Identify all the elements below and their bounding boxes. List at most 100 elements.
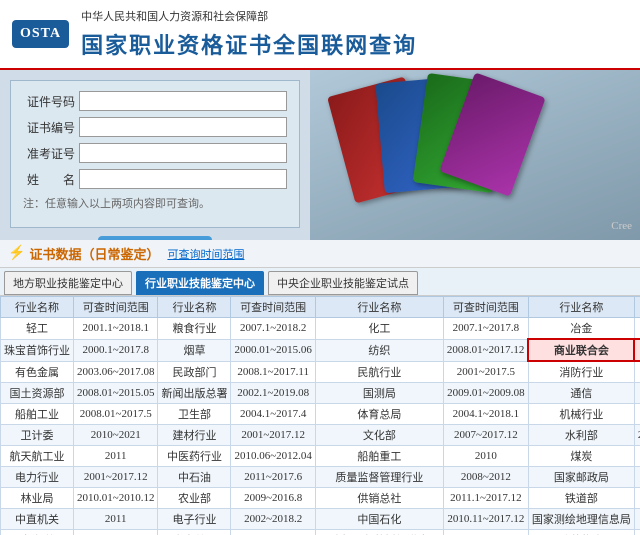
table-cell: 2006~2018.2 — [634, 446, 640, 467]
table-cell: 2009~2011 — [634, 488, 640, 509]
table-cell: 2008.01~2017.12 — [443, 339, 528, 361]
table-row: 国土资源部2008.01~2015.05新闻出版总署2002.1~2019.08… — [1, 383, 640, 404]
col-h3: 行业名称 — [158, 297, 231, 318]
table-cell: 民政部紧急救援促进中心 — [315, 530, 443, 535]
table-cell: 广电总局 — [158, 530, 231, 535]
col-h6: 可查时间范围 — [443, 297, 528, 318]
table-cell: 2010.01~2010.12 — [74, 488, 158, 509]
tab-local[interactable]: 地方职业技能鉴定中心 — [4, 271, 132, 295]
col-h5: 行业名称 — [315, 297, 443, 318]
table-cell: 2004.1~2018.1 — [443, 404, 528, 425]
col-h4: 可查时间范围 — [231, 297, 315, 318]
table-cell: 船舶重工 — [315, 446, 443, 467]
table-cell: 电子行业 — [158, 509, 231, 530]
table-cell: 2008.01~2017.5 — [74, 404, 158, 425]
ministry-text: 中华人民共和国人力资源和社会保障部 — [81, 8, 628, 24]
table-cell: 民航行业 — [315, 361, 443, 383]
table-cell: 林业局 — [1, 488, 74, 509]
upper-section: 证件号码 证书编号 准考证号 姓 名 注：任意输入以上两项内容即可查询。 查 询 — [0, 70, 640, 240]
header: OSTA 中华人民共和国人力资源和社会保障部 国家职业资格证书全国联网查询 — [0, 0, 640, 70]
tab-industry[interactable]: 行业职业技能鉴定中心 — [136, 271, 264, 295]
table-cell: 2001.1~2018.1 — [74, 318, 158, 340]
table-cell: 2011~2017.12 — [634, 530, 640, 535]
table-cell: 2008~2012 — [443, 467, 528, 488]
table-cell: 武装物资 — [528, 530, 634, 535]
lower-section: ⚡ 证书数据（日常鉴定） 可查询时间范围 地方职业技能鉴定中心 行业职业技能鉴定… — [0, 240, 640, 535]
table-cell: 2003.06~2017.08 — [74, 361, 158, 383]
table-cell: 2008.8~2018.2 — [634, 361, 640, 383]
section-note-link[interactable]: 可查询时间范围 — [167, 246, 244, 262]
table-row: 轻工2001.1~2018.1粮食行业2007.1~2018.2化工2007.1… — [1, 318, 640, 340]
section-header: ⚡ 证书数据（日常鉴定） 可查询时间范围 — [0, 240, 640, 268]
section-icon: ⚡ — [8, 245, 25, 262]
table-cell: 2011.1~2017.12 — [443, 488, 528, 509]
table-cell: 卫生部 — [158, 404, 231, 425]
table-row: 国家海洋局2009.01~2011.12广电总局2003~2012.9民政部紧急… — [1, 530, 640, 535]
table-row: 有色金属2003.06~2017.08民政部门2008.1~2017.11民航行… — [1, 361, 640, 383]
table-cell: 2010.1~2018.2 — [634, 383, 640, 404]
section-title: 证书数据（日常鉴定） — [29, 244, 159, 263]
table-cell: 2003~2012.9 — [231, 530, 315, 535]
table-cell: 2000.01~2015.06 — [231, 339, 315, 361]
table-cell: 2008.01~2015.05 — [74, 383, 158, 404]
table-cell: 2008.1~2017.11 — [231, 361, 315, 383]
table-cell: 2001~2017.12 — [74, 467, 158, 488]
table-cell: 民政部门 — [158, 361, 231, 383]
table-cell: 通信 — [528, 383, 634, 404]
cert-num-input[interactable] — [79, 91, 287, 111]
col-h8: 可查时间范围 — [634, 297, 640, 318]
table-cell: 商业联合会 — [528, 339, 634, 361]
table-cell: 有色金属 — [1, 361, 74, 383]
table-cell: 2010.06~2012.04 — [231, 446, 315, 467]
table-cell: 国家邮政局 — [528, 467, 634, 488]
table-cell: 新闻出版总署 — [158, 383, 231, 404]
table-cell: 机械行业 — [528, 404, 634, 425]
tab-row: 地方职业技能鉴定中心 行业职业技能鉴定中心 中央企业职业技能鉴定试点 — [0, 268, 640, 296]
site-title: 国家职业资格证书全国联网查询 — [81, 28, 628, 60]
table-cell: 2011~2017.6 — [231, 467, 315, 488]
col-h1: 行业名称 — [1, 297, 74, 318]
col-h2: 可查时间范围 — [74, 297, 158, 318]
exam-num-input[interactable] — [79, 143, 287, 163]
table-cell: 水利部 — [528, 425, 634, 446]
table-cell: 2007.1~2017.8 — [443, 318, 528, 340]
table-cell: 船舶工业 — [1, 404, 74, 425]
table-header-row: 行业名称 可查时间范围 行业名称 可查时间范围 行业名称 可查时间范围 行业名称… — [1, 297, 640, 318]
cert-code-label: 证书编号 — [23, 119, 75, 136]
col-h7: 行业名称 — [528, 297, 634, 318]
table-cell: 中国石化 — [315, 509, 443, 530]
table-container: 行业名称 可查时间范围 行业名称 可查时间范围 行业名称 可查时间范围 行业名称… — [0, 296, 640, 535]
table-cell: 中医药行业 — [158, 446, 231, 467]
table-cell: 2009~2016.8 — [231, 488, 315, 509]
image-panel: Cree — [310, 70, 640, 240]
table-cell: 2003~2018.2 — [634, 404, 640, 425]
table-cell: 文化部 — [315, 425, 443, 446]
table-row: 卫计委2010~2021建材行业2001~2017.12文化部2007~2017… — [1, 425, 640, 446]
table-cell: 冶金 — [528, 318, 634, 340]
name-input[interactable] — [79, 169, 287, 189]
table-cell: 2011 — [74, 509, 158, 530]
tab-central[interactable]: 中央企业职业技能鉴定试点 — [268, 271, 418, 295]
table-cell: 煤炭 — [528, 446, 634, 467]
table-cell: 粮食行业 — [158, 318, 231, 340]
table-cell: 烟草 — [158, 339, 231, 361]
table-row: 航天航工业2011中医药行业2010.06~2012.04船舶重工2010煤炭2… — [1, 446, 640, 467]
table-cell: 轻工 — [1, 318, 74, 340]
table-cell: 2008.1~2017.11 — [634, 339, 640, 361]
table-cell: 2004.1~2017.4 — [231, 404, 315, 425]
table-cell: 2000.1~2017.8 — [74, 339, 158, 361]
table-cell: 化工 — [315, 318, 443, 340]
table-cell: 2002.1~2019.08 — [231, 383, 315, 404]
table-cell: 2010.12~2017.05 — [634, 425, 640, 446]
table-cell: 2011 — [74, 446, 158, 467]
form-note: 注：任意输入以上两项内容即可查询。 — [23, 195, 287, 211]
table-cell: 消防行业 — [528, 361, 634, 383]
table-cell: 航天航工业 — [1, 446, 74, 467]
logo: OSTA — [12, 20, 69, 48]
table-cell: 2009.01~2011.12 — [74, 530, 158, 535]
cert-code-input[interactable] — [79, 117, 287, 137]
table-cell: 2002~2018.2 — [634, 509, 640, 530]
table-body: 轻工2001.1~2018.1粮食行业2007.1~2018.2化工2007.1… — [1, 318, 640, 535]
name-label: 姓 名 — [23, 171, 75, 188]
table-cell: 铁道部 — [528, 488, 634, 509]
